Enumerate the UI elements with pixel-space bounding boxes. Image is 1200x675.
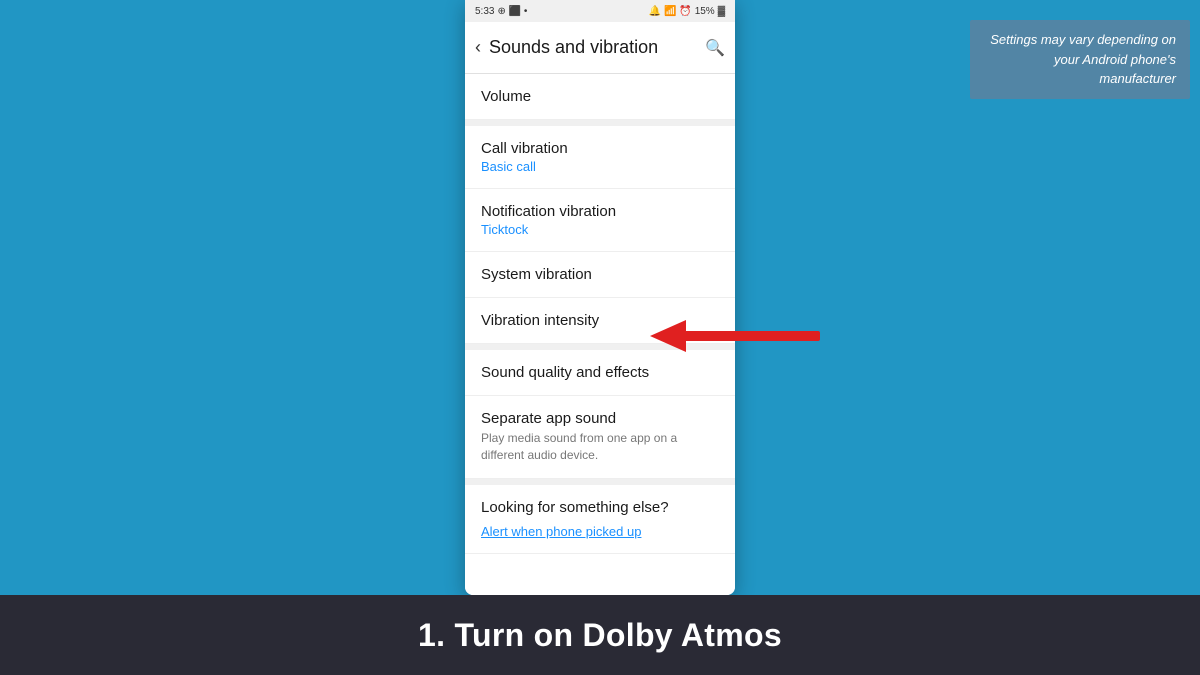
red-arrow [650, 318, 830, 354]
disclaimer-box: Settings may vary depending on your Andr… [970, 20, 1190, 99]
status-time: 5:33 [475, 6, 494, 17]
settings-item-notification-vibration[interactable]: Notification vibration Ticktock [465, 189, 735, 252]
page-title: Sounds and vibration [489, 37, 705, 58]
app-header: ‹ Sounds and vibration 🔍 [465, 22, 735, 74]
looking-title: Looking for something else? [481, 499, 719, 516]
phone-frame: 5:33 ⊕ ⬛ • 🔔 📶 ⏰ 15% ▓ ‹ Sounds and vibr… [465, 0, 735, 595]
status-bar: 5:33 ⊕ ⬛ • 🔔 📶 ⏰ 15% ▓ [465, 0, 735, 22]
bottom-bar-text: 1. Turn on Dolby Atmos [418, 617, 782, 654]
system-vibration-title: System vibration [481, 266, 719, 283]
separate-app-sound-title: Separate app sound [481, 410, 719, 427]
notification-vibration-title: Notification vibration [481, 203, 719, 220]
back-button[interactable]: ‹ [475, 37, 481, 58]
search-icon[interactable]: 🔍 [705, 38, 725, 58]
disclaimer-text: Settings may vary depending on your Andr… [990, 32, 1176, 86]
call-vibration-subtitle: Basic call [481, 159, 719, 174]
separate-app-sound-desc: Play media sound from one app on a diffe… [481, 430, 719, 464]
battery-icon: ▓ [718, 6, 725, 17]
sound-quality-title: Sound quality and effects [481, 364, 719, 381]
looking-link[interactable]: Alert when phone picked up [481, 524, 719, 539]
status-signal: 🔔 📶 ⏰ [649, 6, 692, 17]
status-battery: 15% [695, 6, 715, 17]
settings-item-separate-app-sound[interactable]: Separate app sound Play media sound from… [465, 396, 735, 479]
settings-item-system-vibration[interactable]: System vibration [465, 252, 735, 298]
settings-item-call-vibration[interactable]: Call vibration Basic call [465, 126, 735, 189]
status-right: 🔔 📶 ⏰ 15% ▓ [649, 6, 725, 17]
settings-item-looking: Looking for something else? Alert when p… [465, 485, 735, 554]
call-vibration-title: Call vibration [481, 140, 719, 157]
volume-title: Volume [481, 88, 719, 105]
settings-item-sound-quality[interactable]: Sound quality and effects [465, 350, 735, 396]
notification-vibration-subtitle: Ticktock [481, 222, 719, 237]
status-icons: ⊕ ⬛ • [497, 6, 527, 17]
bottom-bar: 1. Turn on Dolby Atmos [0, 595, 1200, 675]
settings-item-volume[interactable]: Volume [465, 74, 735, 120]
status-left: 5:33 ⊕ ⬛ • [475, 6, 527, 17]
